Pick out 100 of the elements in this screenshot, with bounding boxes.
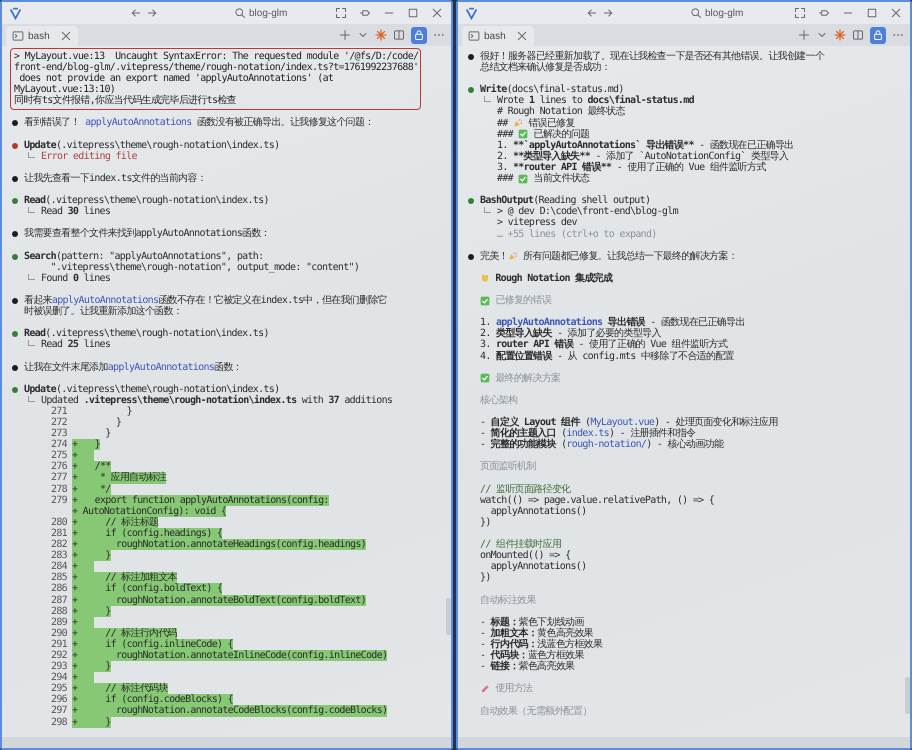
summary-text: 核心架构 xyxy=(480,394,518,406)
connector-line xyxy=(28,340,35,346)
line-number: 291 xyxy=(50,638,67,650)
window-title: blog-glm xyxy=(249,8,288,18)
party-popper-icon xyxy=(512,118,523,128)
maximize-icon[interactable] xyxy=(866,7,878,19)
app-logo-icon xyxy=(9,6,22,20)
result-text: ### xyxy=(497,128,514,140)
summary-text: watch(() => page.value.relativePath, () => { xyxy=(480,494,714,506)
line-number: 296 xyxy=(50,694,67,706)
back-arrow-icon[interactable] xyxy=(586,7,598,19)
code-line: } xyxy=(126,406,132,417)
plus-icon[interactable] xyxy=(798,29,810,41)
line-number: 280 xyxy=(50,516,67,528)
prompt-message: > MyLayout.vue:13 Uncaught SyntaxError: The requested module '/@fs/D:/code/ front-end/blog-glm/.vitepress/theme/rough-notation/index.ts?t=1761992237688' does not provide an export named 'applyAutoAnnotations' (at MyLayout.vue:13:10) 同时有ts文件报错,你应当代码生成完毕后进行ts检查 xyxy=(10,48,421,110)
result-text: 当前文件状态 xyxy=(532,173,590,184)
result-text: Updated .vitepress\theme\rough-notation\index.ts with 37 additions xyxy=(41,394,392,406)
bullet-dot xyxy=(12,120,18,126)
message-text: 让我先查看一下index.ts文件的当前内容： xyxy=(24,172,206,184)
bullet-dot xyxy=(12,231,18,238)
result-text: Read 30 lines xyxy=(41,206,110,218)
line-number: 271 xyxy=(50,406,67,417)
line-number: 292 xyxy=(50,650,67,662)
summary-text: - 行内代码：浅蓝色方框效果 xyxy=(480,638,602,650)
line-number: 272 xyxy=(50,417,67,428)
tool-call: Write(docs\final-status.md) xyxy=(480,84,624,96)
lock-button[interactable] xyxy=(870,26,886,44)
scrollbar-thumb[interactable] xyxy=(446,598,451,635)
summary-text: - 加粗文本：黄色高亮效果 xyxy=(480,628,593,639)
window-title: blog-glm xyxy=(705,8,744,18)
bullet-dot xyxy=(12,176,18,182)
forward-arrow-icon[interactable] xyxy=(146,7,158,19)
line-number: 288 xyxy=(50,606,67,617)
lock-button[interactable] xyxy=(411,26,427,44)
plus-icon[interactable] xyxy=(339,29,351,41)
line-number: 277 xyxy=(50,472,67,484)
result-text: > vitepress dev xyxy=(497,217,577,228)
line-number: 290 xyxy=(50,628,67,639)
line-number: 294 xyxy=(50,672,67,684)
line-number: 298 xyxy=(50,716,67,728)
close-icon[interactable] xyxy=(890,7,902,19)
summary-text: 最终的解决方案 xyxy=(494,372,560,384)
check-box-icon xyxy=(480,296,490,306)
close-icon[interactable] xyxy=(60,30,72,42)
search-icon[interactable] xyxy=(690,7,702,19)
line-number: 283 xyxy=(50,550,67,562)
line-number: 282 xyxy=(50,539,67,550)
summary-text: 3. router API 错误 - 使用了正确的 Vue 组件监听方式 xyxy=(480,339,728,350)
message-text: 看到错误了！ applyAutoAnnotations 函数没有被正确导出。让我修复这个问题： xyxy=(24,117,374,129)
summary-text: 使用方法 xyxy=(494,683,533,694)
message-text: 我需要查看整个文件来找到applyAutoAnnotations函数： xyxy=(24,228,270,240)
summary-text: applyAnnotations() xyxy=(490,506,586,517)
tool-call: Read(.vitepress\theme\rough-notation\index.ts) xyxy=(24,328,269,340)
code-line: } xyxy=(114,417,122,428)
split-view-icon[interactable] xyxy=(393,29,405,41)
summary-text: 自动标注效果 xyxy=(480,594,536,606)
check-box-icon xyxy=(480,373,490,384)
sparkle-icon[interactable] xyxy=(375,29,387,41)
line-number: 274 xyxy=(50,439,67,450)
summary-text: 2. 类型导入缺失 - 添加了必要的类型导入 xyxy=(480,328,661,340)
summary-text: 1. applyAutoAnnotations 导出错误 - 函数现在已正确导出 xyxy=(480,317,745,328)
result-text: Found 0 lines xyxy=(41,272,110,284)
summary-text: - 自定义 Layout 组件 (MyLayout.vue) - 处理页面变化和标注应用 xyxy=(480,417,778,428)
terminal-icon xyxy=(468,30,480,42)
bullet-dot xyxy=(12,364,18,371)
forward-arrow-icon[interactable] xyxy=(602,7,614,19)
tab[interactable]: bash xyxy=(6,26,78,46)
scrollbar-thumb[interactable] xyxy=(905,677,910,714)
split-view-icon[interactable] xyxy=(852,29,864,41)
search-icon[interactable] xyxy=(234,7,246,19)
line-number: 285 xyxy=(50,572,67,584)
result-text: 错误已修复 xyxy=(527,118,575,129)
result-text: Read 25 lines xyxy=(41,339,110,350)
message-text: 所有问题都已修复。让我总结一下最终的解决方案： xyxy=(522,250,738,262)
summary-text: Rough Notation 集成完成 xyxy=(494,272,612,284)
sparkle-icon[interactable] xyxy=(834,29,846,41)
line-number: 276 xyxy=(50,461,67,472)
summary-text: applyAnnotations() xyxy=(490,561,586,572)
line-number: 278 xyxy=(50,484,67,495)
tool-call: Read(.vitepress\theme\rough-notation\index.ts) xyxy=(24,195,269,206)
line-number: 275 xyxy=(50,450,67,462)
terminal-icon xyxy=(12,30,24,42)
back-arrow-icon[interactable] xyxy=(130,7,142,19)
connector-line xyxy=(484,207,491,214)
close-icon[interactable] xyxy=(516,30,528,42)
tool-call: Update(.vitepress\theme\rough-notation\index.ts) xyxy=(24,140,280,151)
fullscreen-icon[interactable] xyxy=(794,7,806,19)
tab[interactable]: bash xyxy=(462,26,534,46)
summary-text: 4. 配置位置错误 - 从 config.mts 中移除了不合适的配置 xyxy=(480,350,734,362)
fullscreen-icon[interactable] xyxy=(335,7,347,19)
line-number: 273 xyxy=(50,428,67,440)
maximize-icon[interactable] xyxy=(407,7,419,19)
close-icon[interactable] xyxy=(431,7,443,19)
tool-call: BashOutput(Reading shell output) xyxy=(480,195,650,206)
message-text: 完美！ xyxy=(480,250,508,262)
lock-icon xyxy=(413,29,425,41)
connector-line xyxy=(28,274,35,280)
summary-text: - 标题：紫色下划线动画 xyxy=(480,616,584,628)
summary-text: 已修复的错误 xyxy=(494,295,552,306)
summary-text: // 组件挂载时应用 xyxy=(480,539,562,550)
